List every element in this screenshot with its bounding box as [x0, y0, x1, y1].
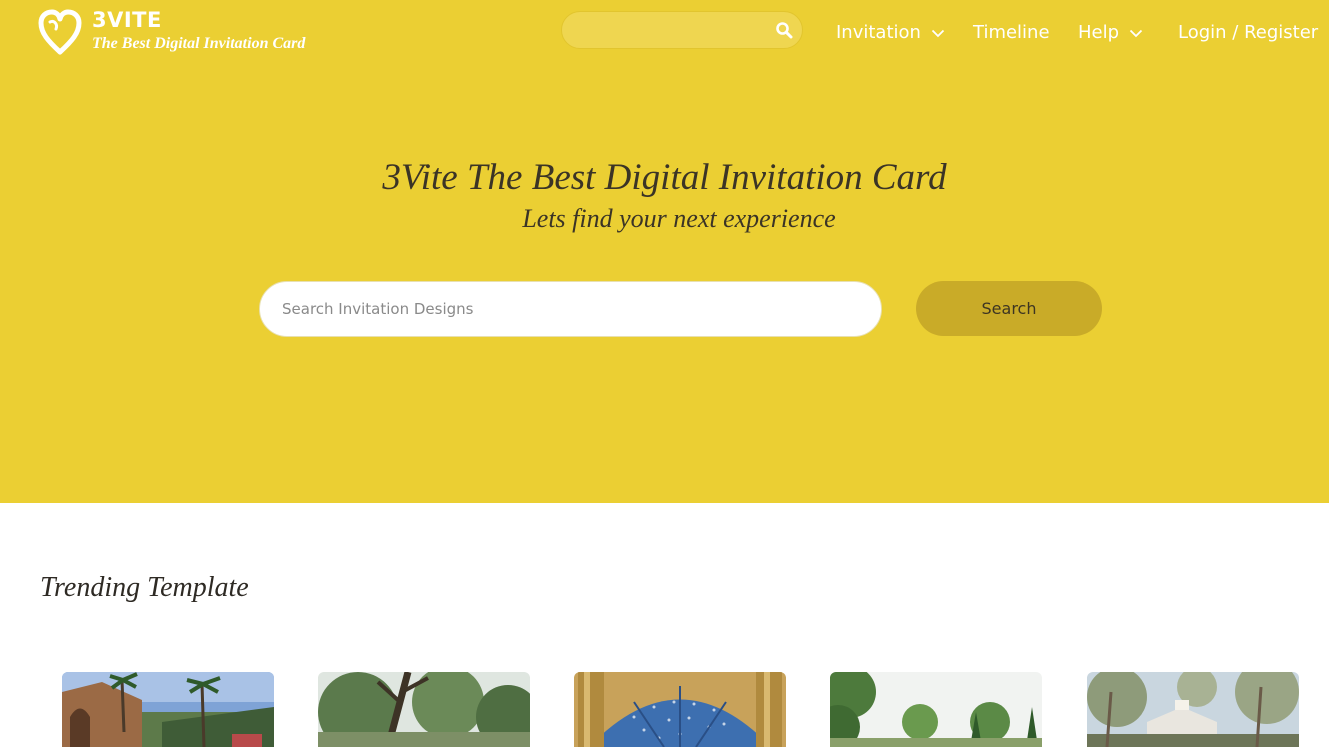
lodge-trees-photo	[1087, 672, 1299, 747]
nav-invitation-label: Invitation	[836, 22, 921, 43]
header-search-input[interactable]	[561, 11, 803, 49]
main-search-box[interactable]	[259, 281, 882, 337]
search-invitation-input[interactable]	[282, 282, 862, 336]
template-card-1[interactable]	[62, 672, 274, 747]
template-card-3[interactable]	[574, 672, 786, 747]
search-icon[interactable]	[775, 21, 793, 39]
nav-login-label: Login / Register	[1178, 22, 1319, 43]
nav-help-label: Help	[1078, 22, 1120, 43]
site-logo[interactable]: 3VITE The Best Digital Invitation Card	[38, 8, 305, 56]
logo-tagline: The Best Digital Invitation Card	[92, 35, 306, 52]
nav-timeline-label: Timeline	[973, 22, 1050, 43]
hero-banner	[0, 0, 1329, 503]
villa-palms-photo	[62, 672, 274, 747]
template-card-4[interactable]	[830, 672, 1042, 747]
section-title-trending: Trending Template	[40, 572, 249, 603]
nav-login-register[interactable]: Login / Register	[1178, 20, 1318, 46]
nav-help[interactable]: Help	[1078, 20, 1143, 46]
chevron-down-icon	[1129, 29, 1143, 37]
search-button[interactable]: Search	[916, 281, 1102, 336]
logo-name: 3VITE	[92, 8, 162, 32]
nav-timeline[interactable]: Timeline	[973, 20, 1050, 46]
template-card-5[interactable]	[1087, 672, 1299, 747]
heart-logo-icon	[38, 9, 82, 55]
gazebo-dome-photo	[574, 672, 786, 747]
hero-title: 3Vite The Best Digital Invitation Card	[382, 157, 947, 198]
chevron-down-icon	[931, 29, 945, 37]
template-card-2[interactable]	[318, 672, 530, 747]
garden-tree-photo	[318, 672, 530, 747]
forest-garden-photo	[830, 672, 1042, 747]
hero-subtitle: Lets find your next experience	[522, 204, 836, 233]
nav-invitation[interactable]: Invitation	[836, 20, 945, 46]
